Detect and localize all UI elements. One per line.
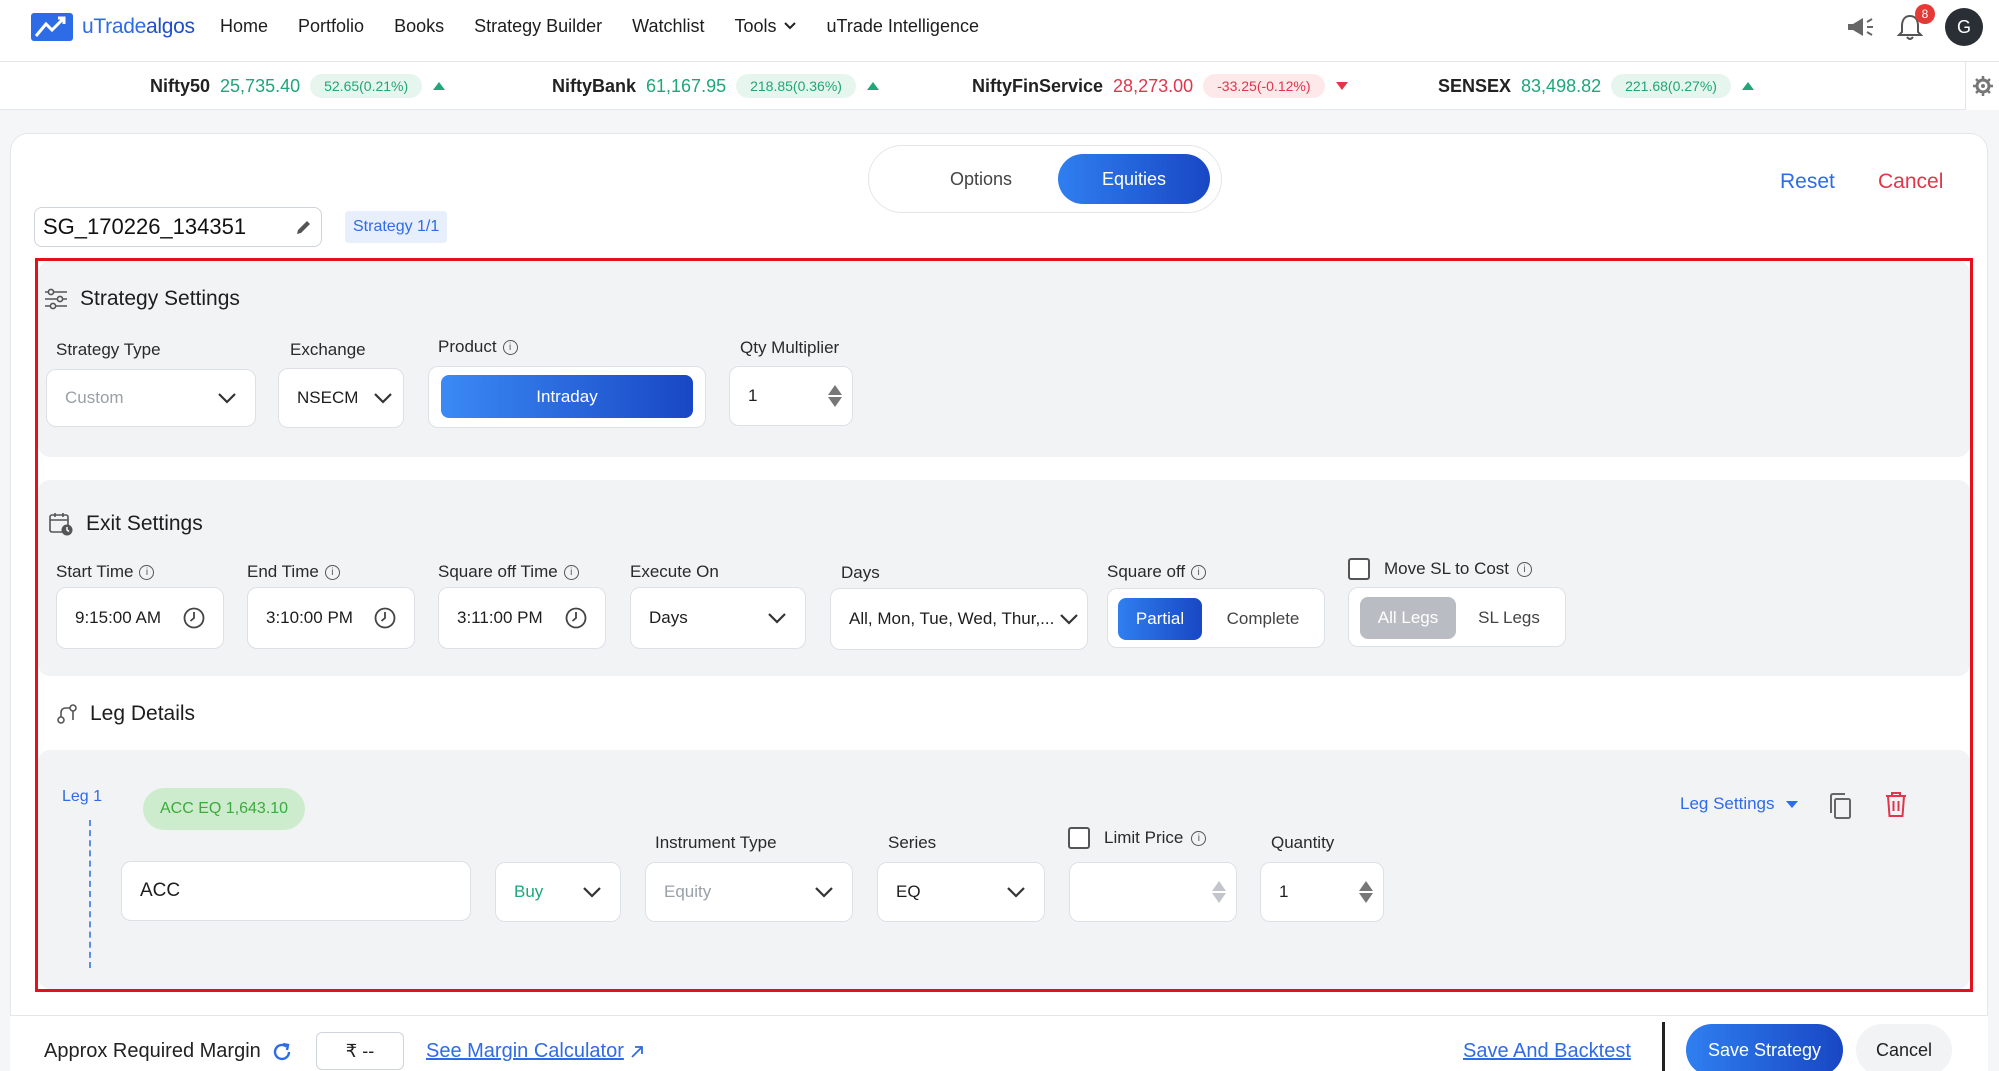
cancel-link[interactable]: Cancel	[1878, 170, 1943, 194]
external-link-icon	[631, 1045, 643, 1058]
brand-name: uTradealgos	[82, 15, 195, 38]
margin-value: ₹ --	[316, 1032, 404, 1070]
tab-equities[interactable]: Equities	[1058, 154, 1210, 204]
save-and-backtest-link[interactable]: Save And Backtest	[1463, 1040, 1631, 1063]
avatar[interactable]: G	[1945, 8, 1983, 46]
brand-logo[interactable]: uTradealgos	[30, 12, 195, 42]
ticker-value: 25,735.40	[220, 75, 301, 96]
highlight-frame	[35, 258, 1973, 992]
ticker-item[interactable]: NiftyFinService 28,273.00 -33.25(-0.12%)	[972, 62, 1349, 110]
index-ticker: Nifty50 25,735.40 52.65(0.21%) NiftyBank…	[0, 62, 1999, 110]
cancel-button[interactable]: Cancel	[1856, 1024, 1952, 1071]
notification-badge: 8	[1915, 4, 1935, 24]
main-nav: Home Portfolio Books Strategy Builder Wa…	[220, 0, 979, 52]
top-navbar: uTradealgos Home Portfolio Books Strateg…	[0, 0, 1999, 62]
ticker-value: 61,167.95	[646, 75, 727, 96]
ticker-name: NiftyFinService	[972, 75, 1104, 96]
ticker-item[interactable]: Nifty50 25,735.40 52.65(0.21%)	[150, 62, 446, 110]
nav-books[interactable]: Books	[394, 16, 444, 37]
gear-icon	[1972, 76, 1993, 96]
ticker-change: 221.68(0.27%)	[1611, 74, 1731, 98]
nav-home[interactable]: Home	[220, 16, 268, 37]
ticker-change: 218.85(0.36%)	[736, 74, 856, 98]
nav-tools[interactable]: Tools	[735, 16, 797, 37]
margin-label: Approx Required Margin	[44, 1040, 261, 1062]
footer-divider	[1662, 1022, 1665, 1071]
approx-margin: Approx Required Margin	[44, 1040, 293, 1063]
ticker-change: 52.65(0.21%)	[310, 74, 423, 98]
nav-watchlist[interactable]: Watchlist	[632, 16, 704, 37]
margin-calculator-label: See Margin Calculator	[426, 1040, 624, 1062]
top-right-actions: 8 G	[1845, 4, 1983, 46]
strategy-name: SG_170226_134351	[43, 214, 247, 239]
strategy-name-field[interactable]: SG_170226_134351	[34, 207, 322, 247]
ticker-value: 28,273.00	[1113, 75, 1194, 96]
chevron-down-icon	[783, 22, 796, 30]
nav-strategy-builder[interactable]: Strategy Builder	[474, 16, 602, 37]
ticker-item[interactable]: NiftyBank 61,167.95 218.85(0.36%)	[552, 62, 880, 110]
save-strategy-button[interactable]: Save Strategy	[1686, 1024, 1843, 1071]
logo-icon	[31, 13, 73, 41]
nav-tools-label: Tools	[734, 15, 777, 36]
megaphone-icon[interactable]	[1845, 14, 1875, 40]
reset-button[interactable]: Reset	[1780, 170, 1835, 194]
notifications[interactable]: 8	[1897, 4, 1935, 41]
ticker-value: 83,498.82	[1521, 75, 1602, 96]
nav-portfolio[interactable]: Portfolio	[298, 16, 364, 37]
nav-utrade-intelligence[interactable]: uTrade Intelligence	[827, 16, 979, 37]
arrow-up-icon	[433, 82, 446, 90]
tab-options[interactable]: Options	[905, 154, 1057, 204]
arrow-up-icon	[1741, 82, 1754, 90]
ticker-name: NiftyBank	[552, 75, 637, 96]
ticker-name: SENSEX	[1438, 75, 1512, 96]
margin-calculator-link[interactable]: See Margin Calculator	[426, 1040, 644, 1063]
pencil-icon[interactable]	[295, 218, 313, 236]
ticker-name: Nifty50	[150, 75, 211, 96]
ticker-settings[interactable]	[1965, 62, 1999, 110]
refresh-icon[interactable]	[271, 1041, 293, 1063]
arrow-up-icon	[866, 82, 879, 90]
ticker-change: -33.25(-0.12%)	[1203, 74, 1325, 98]
strategy-count-badge: Strategy 1/1	[345, 211, 448, 243]
mode-toggle: Options Equities	[868, 145, 1222, 213]
ticker-item[interactable]: SENSEX 83,498.82 221.68(0.27%)	[1438, 62, 1755, 110]
arrow-down-icon	[1335, 82, 1348, 90]
